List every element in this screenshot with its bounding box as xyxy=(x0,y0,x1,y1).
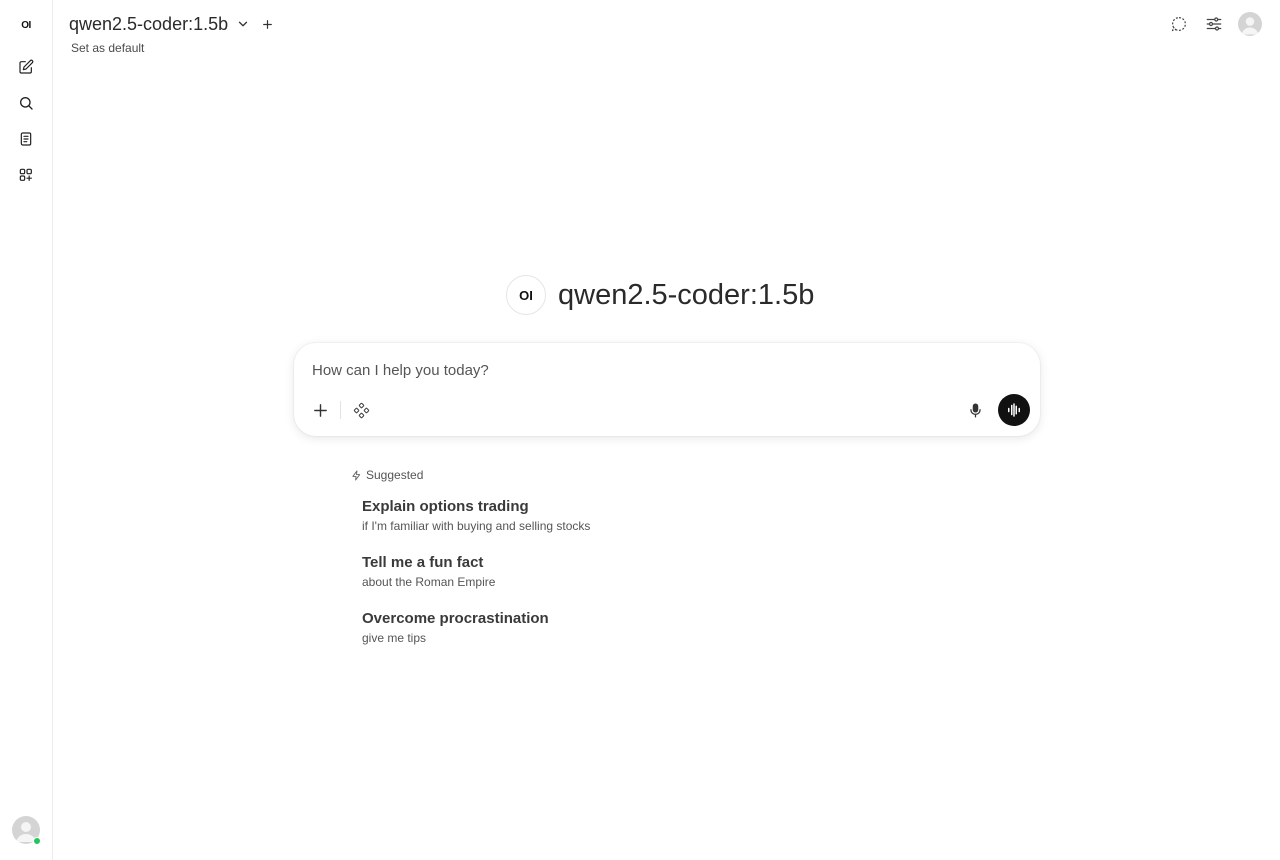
temporary-chat-icon xyxy=(1171,17,1186,32)
model-selector[interactable]: qwen2.5-coder:1.5b xyxy=(69,13,250,35)
user-silhouette-icon xyxy=(1241,17,1259,35)
online-status-dot xyxy=(33,837,41,845)
profile-avatar-button[interactable] xyxy=(1238,12,1262,36)
integrations-button[interactable] xyxy=(349,398,373,422)
suggestion-item[interactable]: Tell me a fun fact about the Roman Empir… xyxy=(362,554,495,590)
pencil-square-icon xyxy=(19,59,34,74)
message-input[interactable] xyxy=(312,359,932,381)
controls-sliders-icon xyxy=(1206,17,1222,31)
sidebar: OI xyxy=(0,0,53,860)
suggestion-title: Overcome procrastination xyxy=(362,610,549,627)
integrations-icon xyxy=(353,402,369,418)
suggestion-subtitle: about the Roman Empire xyxy=(362,575,496,589)
notes-button[interactable] xyxy=(13,126,39,152)
suggestion-title: Tell me a fun fact xyxy=(362,554,484,571)
suggestion-item[interactable]: Explain options trading if I'm familiar … xyxy=(362,498,590,534)
search-icon xyxy=(20,97,33,110)
suggestion-item[interactable]: Overcome procrastination give me tips xyxy=(362,610,549,646)
chevron-down-icon xyxy=(238,21,248,27)
suggestion-title: Explain options trading xyxy=(362,498,529,515)
microphone-icon xyxy=(969,402,981,418)
model-selector-label: qwen2.5-coder:1.5b xyxy=(69,13,229,34)
plus-icon xyxy=(262,19,272,29)
plus-icon xyxy=(313,403,327,417)
workspace-button[interactable] xyxy=(13,162,39,188)
chat-controls-button[interactable] xyxy=(1203,13,1225,35)
message-composer xyxy=(294,343,1040,436)
suggested-heading: Suggested xyxy=(351,468,423,482)
bolt-icon xyxy=(352,469,361,481)
temporary-chat-button[interactable] xyxy=(1168,13,1190,35)
notes-icon xyxy=(20,132,32,146)
apps-plus-icon xyxy=(19,168,32,181)
composer-divider xyxy=(340,401,341,419)
app-logo[interactable]: OI xyxy=(13,14,39,36)
set-as-default-link[interactable]: Set as default xyxy=(71,41,144,55)
hero: OI qwen2.5-coder:1.5b xyxy=(506,275,814,315)
waveform-icon xyxy=(1008,403,1020,417)
suggestion-subtitle: give me tips xyxy=(362,631,427,645)
suggested-heading-label: Suggested xyxy=(366,468,424,482)
model-logo: OI xyxy=(506,275,546,315)
dictate-button[interactable] xyxy=(963,398,987,422)
add-model-button[interactable] xyxy=(259,16,275,32)
search-button[interactable] xyxy=(13,90,39,116)
new-chat-button[interactable] xyxy=(13,54,39,80)
attach-button[interactable] xyxy=(308,398,332,422)
hero-model-title: qwen2.5-coder:1.5b xyxy=(558,278,815,311)
suggestion-subtitle: if I'm familiar with buying and selling … xyxy=(362,519,591,533)
voice-mode-button[interactable] xyxy=(998,394,1030,426)
